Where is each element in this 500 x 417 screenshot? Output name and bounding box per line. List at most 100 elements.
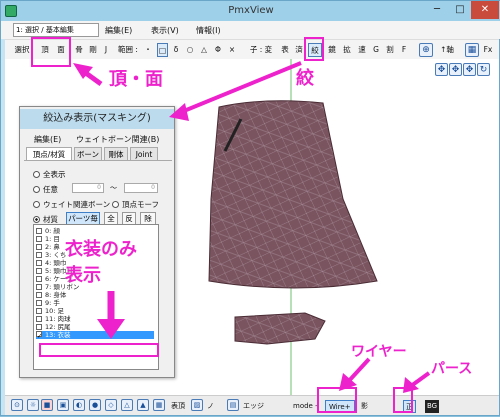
split-button[interactable]: 割 <box>384 43 396 57</box>
range-x-button[interactable]: × <box>227 43 237 57</box>
status-mode-label: mode - <box>293 402 318 410</box>
checkbox[interactable] <box>36 260 42 266</box>
status-edge-label[interactable]: エッジ <box>243 400 264 413</box>
radio-weight-bone[interactable]: ウェイト関連ボーン <box>33 199 110 210</box>
mirror-button[interactable]: 鏡 <box>326 43 338 57</box>
tab-joint[interactable]: Joint <box>130 147 158 160</box>
checkbox[interactable] <box>36 300 42 306</box>
menu-view[interactable]: 表示(V) <box>151 25 179 36</box>
status-vertex-label[interactable]: 表頂 <box>171 400 185 413</box>
checkbox[interactable] <box>36 284 42 290</box>
checkbox[interactable] <box>36 228 42 234</box>
range-rect-button[interactable]: □ <box>157 43 168 57</box>
pattern-show-button[interactable]: 表 <box>279 43 291 57</box>
menu-info[interactable]: 情報(I) <box>196 25 221 36</box>
axis-button[interactable]: ↑軸 <box>437 43 457 57</box>
list-item[interactable]: 1: 目 <box>36 235 60 243</box>
alpha-icon[interactable]: ◇ <box>105 399 117 411</box>
checkbox[interactable] <box>36 276 42 282</box>
tex-icon[interactable]: ▣ <box>57 399 69 411</box>
checkbox[interactable] <box>36 244 42 250</box>
range-phi-button[interactable]: Φ <box>213 43 223 57</box>
face-f-button[interactable]: F <box>399 43 409 57</box>
checkbox[interactable] <box>36 316 42 322</box>
checkbox[interactable] <box>36 308 42 314</box>
menu-edit[interactable]: 編集(E) <box>105 25 132 36</box>
list-item[interactable]: 8: 身体 <box>36 291 66 299</box>
radio-vertex-morph[interactable]: 頂点モーフ <box>112 199 159 210</box>
range-delta-button[interactable]: δ <box>171 43 181 57</box>
zoom-icon[interactable]: ✥ <box>463 63 476 76</box>
status-normal-label[interactable]: ノ <box>207 400 214 413</box>
bone-button[interactable]: 骨 <box>73 43 85 57</box>
list-item[interactable]: 0: 顔 <box>36 227 60 235</box>
range-circle-button[interactable]: ○ <box>185 43 195 57</box>
list-item-label: 11: 肉球 <box>45 315 71 323</box>
pan-icon[interactable]: ✥ <box>449 63 462 76</box>
maximize-icon[interactable]: □ <box>449 1 471 19</box>
radio-arbitrary[interactable]: 任意 <box>33 184 58 195</box>
move-icon[interactable]: ✥ <box>435 63 448 76</box>
range-from-field[interactable]: 0 <box>72 183 104 193</box>
highlight-perspective-button <box>393 387 413 413</box>
list-item[interactable]: 4: 頭巾 <box>36 259 66 267</box>
radio-label: 材質 <box>43 215 58 224</box>
cull-icon[interactable]: △ <box>121 399 133 411</box>
normal-icon[interactable]: ▨ <box>191 399 203 411</box>
checkbox-checked[interactable]: ✓ <box>36 331 42 340</box>
list-item-label: 3: くち <box>45 251 67 259</box>
grid-icon[interactable]: ▦ <box>465 43 479 57</box>
toon-icon[interactable]: ◐ <box>73 399 85 411</box>
costume-cape-mesh <box>208 100 378 289</box>
mode-select[interactable]: 1: 選択 / 基本編集 <box>13 23 99 37</box>
close-icon[interactable]: ✕ <box>471 1 499 19</box>
list-item[interactable]: 12: 尻尾 <box>36 323 71 331</box>
group-button[interactable]: G <box>371 43 381 57</box>
panel-menu-weight-bone[interactable]: ウェイトボーン関連(B) <box>76 134 159 145</box>
reset-view-icon[interactable]: ↻ <box>477 63 490 76</box>
tab-vertex-material[interactable]: 頂点/材質 <box>26 147 72 160</box>
globe-icon[interactable]: ⊕ <box>419 43 433 57</box>
checkbox[interactable] <box>36 292 42 298</box>
label-vertex-face: 頂・面 <box>109 69 163 90</box>
radio-show-all[interactable]: 全表示 <box>33 169 66 180</box>
list-item[interactable]: 11: 肉球 <box>36 315 71 323</box>
tab-bone[interactable]: ボーン <box>74 147 102 160</box>
range-point-button[interactable]: ・ <box>143 43 153 57</box>
speed-button[interactable]: 速 <box>356 43 368 57</box>
uv-icon[interactable]: ▦ <box>153 399 165 411</box>
highlight-wire-button <box>317 387 357 413</box>
list-item-selected[interactable]: ✓ 13: 衣装 <box>36 331 154 340</box>
list-item[interactable]: 10: 足 <box>36 307 64 315</box>
minimize-icon[interactable]: ─ <box>426 1 448 19</box>
range-to-field[interactable]: 0 <box>124 183 158 193</box>
radio-dot <box>112 201 119 208</box>
list-item[interactable]: 2: 鼻 <box>36 243 60 251</box>
rigid-button[interactable]: 剛 <box>87 43 99 57</box>
color-icon[interactable]: ■ <box>41 399 53 411</box>
shadow-button[interactable]: 影 <box>361 400 368 413</box>
fx-button[interactable]: Fx <box>481 43 495 57</box>
list-item[interactable]: 3: くち <box>36 251 66 259</box>
scale-button[interactable]: 拡 <box>341 43 353 57</box>
background-button[interactable]: BG <box>425 400 440 413</box>
edge-toggle-icon[interactable]: ▤ <box>227 399 239 411</box>
radio-label: ウェイト関連ボーン <box>43 200 111 209</box>
list-item-label: 9: 手 <box>45 299 60 307</box>
checkbox[interactable] <box>36 252 42 258</box>
list-item[interactable]: 9: 手 <box>36 299 60 307</box>
vertex-color-icon[interactable]: ▲ <box>137 399 149 411</box>
range-triangle-button[interactable]: △ <box>199 43 209 57</box>
view-toggle-icon[interactable]: ⊙ <box>11 399 23 411</box>
radio-dot <box>33 201 40 208</box>
toolbar: 選択 頂 面 骨 剛 J 範囲 : ・ □ δ ○ △ Φ × 子 : 変 表 … <box>5 39 499 59</box>
sphere-icon[interactable]: ● <box>89 399 101 411</box>
light-icon[interactable]: ☼ <box>27 399 39 411</box>
tab-rigid[interactable]: 剛体 <box>104 147 128 160</box>
checkbox[interactable] <box>36 236 42 242</box>
label-display: 表示 <box>65 265 101 286</box>
checkbox[interactable] <box>36 324 42 330</box>
panel-menu-edit[interactable]: 編集(E) <box>34 134 61 145</box>
checkbox[interactable] <box>36 268 42 274</box>
joint-button[interactable]: J <box>101 43 111 57</box>
